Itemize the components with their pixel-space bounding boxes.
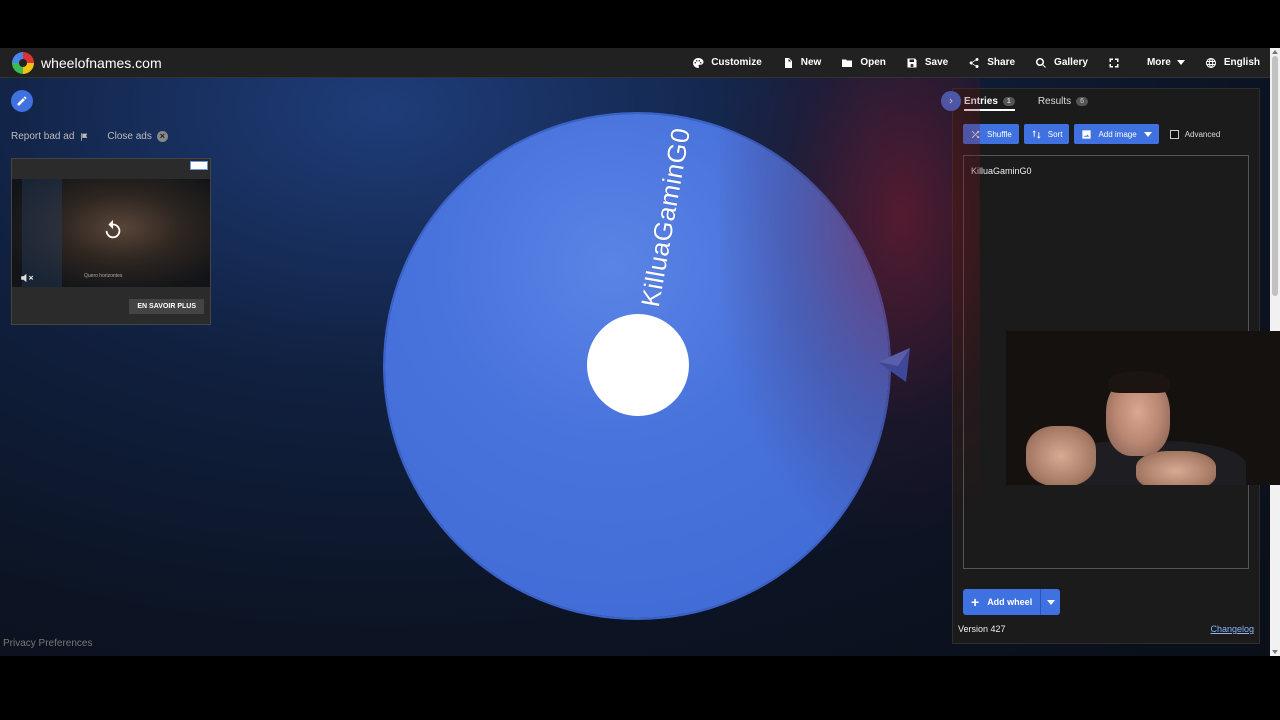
add-wheel-group: + Add wheel [963,589,1061,615]
wheel-center[interactable] [587,314,689,416]
mute-glyph [21,273,34,283]
save-icon [907,58,917,67]
add-image-label: Add image [1098,129,1137,139]
site-logo[interactable]: wheelofnames.com [12,51,162,74]
close-ads-link[interactable]: Close ads × [107,131,168,142]
checkbox-icon [1169,129,1179,139]
caret-down-icon [1143,131,1152,137]
shuffle-icon [971,130,980,138]
nav-language-label: English [1223,57,1260,68]
scroll-up-arrow-icon[interactable] [1272,50,1278,54]
add-image-button[interactable]: Add image [1074,124,1159,144]
scroll-thumb[interactable] [1272,56,1278,296]
report-ad-link[interactable]: Report bad ad [11,131,89,142]
close-ads-label: Close ads [107,131,152,142]
nav-share[interactable]: Share [968,57,1015,69]
site-name: wheelofnames.com [41,54,162,71]
webcam-hand [1136,451,1216,485]
nav-save-label: Save [924,57,949,68]
nav-open-label: Open [860,57,886,68]
pencil-icon [17,96,27,106]
changelog-link[interactable]: Changelog [1210,624,1254,634]
webcam-overlay [1006,331,1280,485]
share-icon [969,57,979,68]
search-icon [1036,57,1046,68]
nav-menu: Customize New Open Save Share Gallery Mo… [672,57,1260,69]
shuffle-button[interactable]: Shuffle [963,124,1019,144]
pointer-glyph [878,348,910,382]
add-wheel-button[interactable]: + Add wheel [963,589,1041,615]
advanced-checkbox[interactable]: Advanced [1169,129,1221,139]
webcam-person-hair [1108,371,1170,393]
top-navbar: wheelofnames.com Customize New Open Save… [0,48,1270,78]
chevron-right-icon [949,98,953,104]
tab-entries-label: Entries [964,95,998,107]
panel-tabs: Entries 1 Results 6 [941,91,1108,111]
add-wheel-label: Add wheel [987,597,1033,607]
replay-glyph [105,219,121,239]
nav-language[interactable]: English [1205,57,1260,69]
nav-share-label: Share [987,57,1016,68]
nav-customize[interactable]: Customize [692,57,762,69]
adchoices-icon[interactable] [190,161,208,170]
nav-gallery[interactable]: Gallery [1035,57,1088,69]
report-ad-label: Report bad ad [11,131,75,142]
edit-button[interactable] [11,90,33,112]
sort-icon [1032,129,1041,139]
file-icon [784,57,792,68]
logo-icon [12,51,34,74]
nav-new-label: New [800,57,822,68]
caret-down-icon [1176,60,1185,65]
letterbox-top [0,0,1280,48]
tab-results-label: Results [1037,95,1072,107]
tab-results[interactable]: Results 6 [1037,95,1089,107]
nav-new[interactable]: New [782,57,822,69]
replay-icon[interactable] [102,219,124,241]
sort-label: Sort [1047,129,1063,139]
globe-icon [1205,57,1216,68]
flag-icon [81,132,88,141]
results-count-badge: 6 [1076,96,1089,106]
privacy-preferences-link[interactable]: Privacy Preferences [3,638,92,649]
image-icon [1082,129,1092,139]
app-window: wheelofnames.com Customize New Open Save… [0,48,1280,656]
ad-video[interactable]: Quero horizontes [12,179,210,287]
fullscreen-icon [1109,58,1119,67]
wheel-pointer-icon [876,346,914,384]
add-wheel-dropdown[interactable] [1040,589,1061,615]
nav-customize-label: Customize [711,57,762,68]
shuffle-label: Shuffle [987,129,1012,139]
nav-fullscreen[interactable] [1108,57,1127,69]
version-label: Version 427 [958,624,1006,634]
nav-gallery-label: Gallery [1054,57,1088,68]
palette-icon [693,57,704,68]
nav-more[interactable]: More [1147,57,1185,68]
nav-save[interactable]: Save [906,57,948,69]
letterbox-bottom [0,656,1280,720]
sort-button[interactable]: Sort [1023,124,1070,144]
webcam-hand [1026,426,1096,485]
nav-open[interactable]: Open [841,57,886,69]
ad-banner[interactable]: Quero horizontes EN SAVOIR PLUS [11,158,211,325]
tab-entries[interactable]: Entries 1 [964,96,1015,111]
entries-count-badge: 1 [1002,96,1015,106]
scroll-down-arrow-icon[interactable] [1272,650,1278,654]
collapse-panel-button[interactable] [941,91,961,111]
caret-down-icon [1046,599,1055,605]
mute-icon[interactable] [20,271,34,283]
folder-icon [842,59,853,67]
ad-cta-button[interactable]: EN SAVOIR PLUS [129,299,204,314]
ad-video-caption: Quero horizontes [84,273,123,279]
plus-icon: + [971,594,980,610]
ad-controls: Report bad ad Close ads × [11,131,186,142]
wheel-area: KilluaGaminG0 [385,114,889,618]
entries-toolbar: Shuffle Sort Add image Advanced [963,124,1220,144]
close-icon: × [156,131,168,142]
advanced-label: Advanced [1184,129,1221,139]
nav-more-label: More [1146,57,1171,68]
